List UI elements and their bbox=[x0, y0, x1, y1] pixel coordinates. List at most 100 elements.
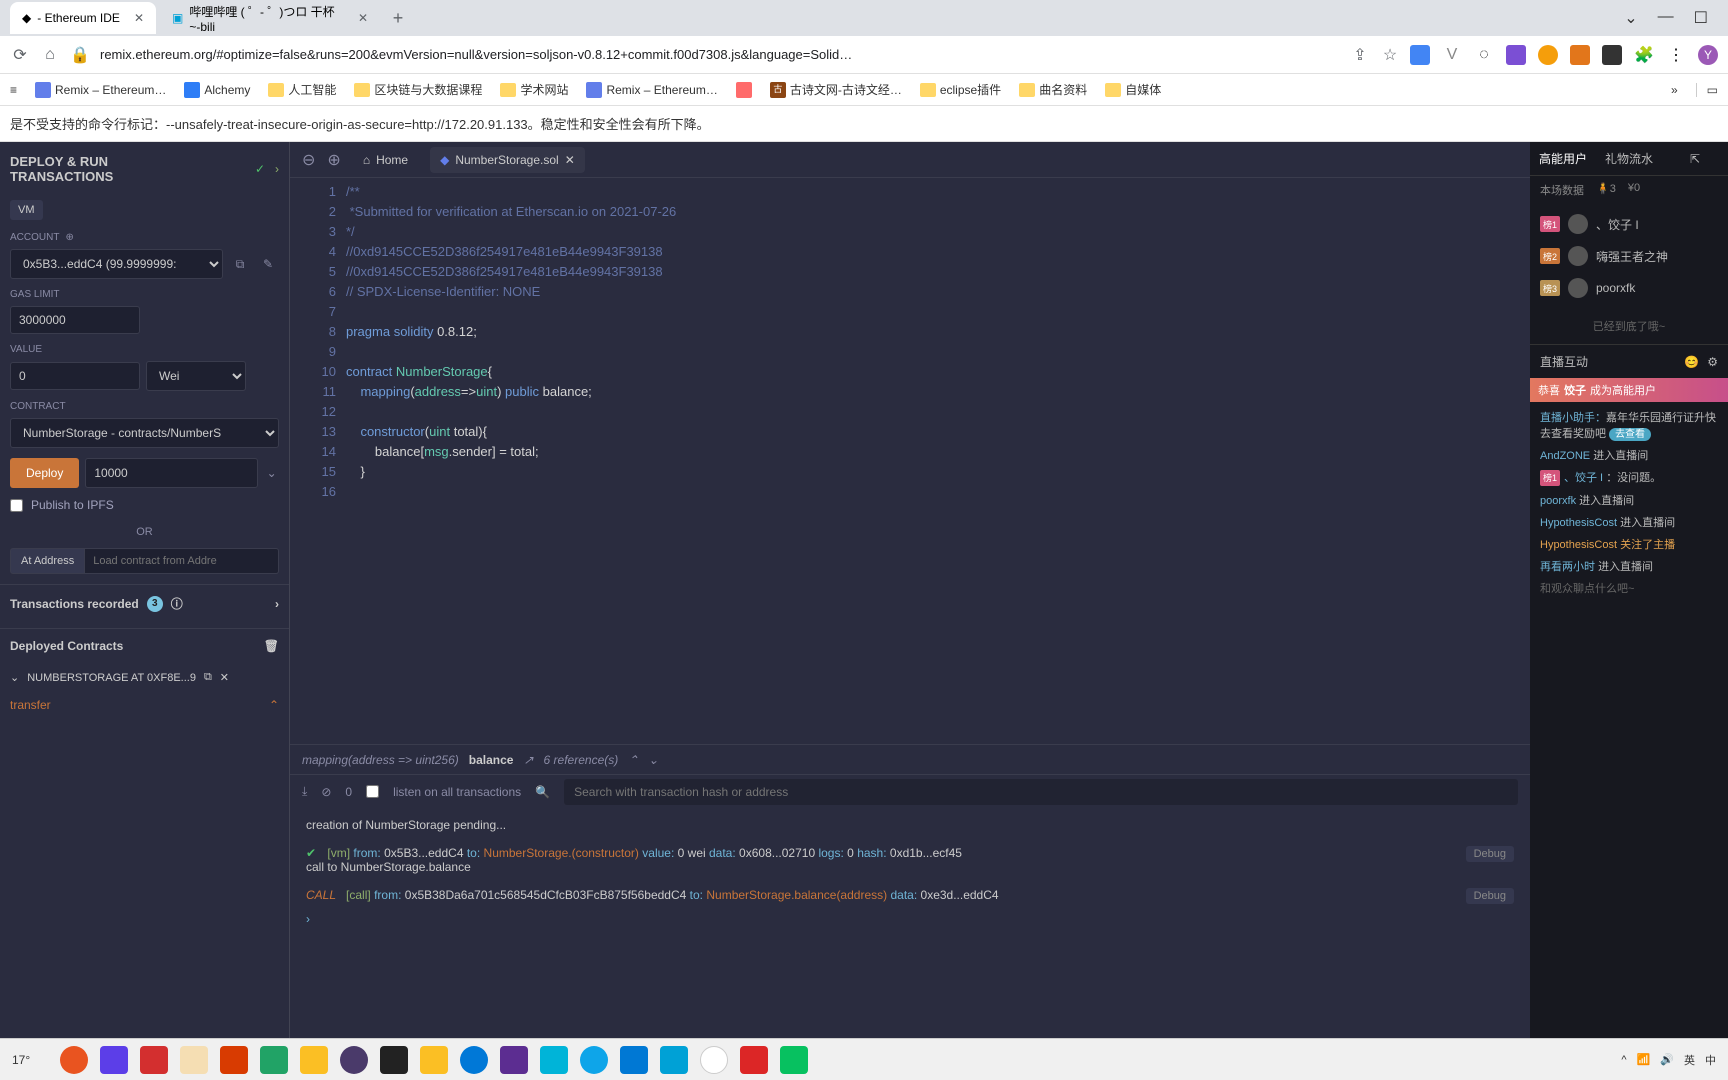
bookmark[interactable]: 学术网站 bbox=[500, 81, 568, 98]
tab-gifts[interactable]: 礼物流水 bbox=[1596, 150, 1662, 167]
app-icon[interactable] bbox=[60, 1046, 88, 1074]
bookmark[interactable]: 古古诗文网-古诗文经… bbox=[770, 81, 902, 98]
star-icon[interactable]: ☆ bbox=[1380, 45, 1400, 65]
debug-button[interactable]: Debug bbox=[1466, 846, 1514, 862]
value-input[interactable] bbox=[10, 362, 140, 390]
reading-list-icon[interactable]: ▭ bbox=[1696, 83, 1718, 97]
at-address-button[interactable]: At Address bbox=[10, 548, 85, 574]
app-icon[interactable] bbox=[780, 1046, 808, 1074]
bookmark[interactable]: eclipse插件 bbox=[920, 81, 1001, 98]
weather[interactable]: 17° bbox=[12, 1053, 30, 1067]
bookmark[interactable]: Remix – Ethereum… bbox=[35, 82, 166, 98]
chevron-down-icon[interactable]: ⌄ bbox=[648, 753, 658, 767]
popout-icon[interactable]: ⇱ bbox=[1662, 152, 1728, 166]
volume-icon[interactable]: 🔊 bbox=[1660, 1053, 1674, 1066]
unit-select[interactable]: Wei bbox=[146, 361, 246, 391]
app-icon[interactable] bbox=[700, 1046, 728, 1074]
chevron-right-icon[interactable]: › bbox=[275, 162, 279, 176]
code-editor[interactable]: 12345678910111213141516 /** *Submitted f… bbox=[290, 178, 1530, 744]
ipfs-checkbox[interactable] bbox=[10, 499, 23, 512]
browser-tab-1[interactable]: ◆ - Ethereum IDE ✕ bbox=[10, 2, 156, 34]
app-icon[interactable] bbox=[260, 1046, 288, 1074]
copy-icon[interactable]: ⧉ bbox=[229, 253, 251, 275]
ext-icon[interactable] bbox=[1410, 45, 1430, 65]
chevron-right-icon[interactable]: › bbox=[275, 597, 279, 611]
browser-tab-2[interactable]: ▣ 哔哩哔哩 ( ゜- ゜)つロ 干杯~-bili ✕ bbox=[160, 2, 380, 34]
bookmarks-menu-icon[interactable]: ≡ bbox=[10, 83, 17, 97]
emoji-icon[interactable]: 😊 bbox=[1684, 355, 1699, 369]
share-icon[interactable]: ⇪ bbox=[1350, 45, 1370, 65]
app-icon[interactable] bbox=[580, 1046, 608, 1074]
app-icon[interactable] bbox=[100, 1046, 128, 1074]
ext-icon[interactable]: V bbox=[1442, 45, 1462, 65]
chevron-down-icon[interactable]: ⌄ bbox=[10, 671, 19, 684]
ext-icon[interactable] bbox=[1538, 45, 1558, 65]
chevron-up-icon[interactable]: ⌃ bbox=[628, 753, 638, 767]
app-icon[interactable] bbox=[340, 1046, 368, 1074]
search-icon[interactable]: 🔍 bbox=[535, 785, 550, 799]
maximize-icon[interactable]: ☐ bbox=[1694, 8, 1708, 28]
app-icon[interactable] bbox=[460, 1046, 488, 1074]
ext-icon[interactable] bbox=[1506, 45, 1526, 65]
tx-search-input[interactable] bbox=[564, 779, 1518, 805]
gas-input[interactable] bbox=[10, 306, 140, 334]
bookmark[interactable]: Alchemy bbox=[184, 82, 250, 98]
zoom-in-icon[interactable]: ⊕ bbox=[327, 150, 340, 170]
app-icon[interactable] bbox=[380, 1046, 408, 1074]
collapse-icon[interactable]: ⤓ bbox=[302, 784, 307, 799]
minimize-icon[interactable]: — bbox=[1658, 8, 1674, 28]
metamask-icon[interactable] bbox=[1570, 45, 1590, 65]
deploy-button[interactable]: Deploy bbox=[10, 458, 79, 488]
terminal[interactable]: creation of NumberStorage pending... ✔ [… bbox=[290, 808, 1530, 1038]
app-icon[interactable] bbox=[660, 1046, 688, 1074]
plus-icon[interactable]: ⊕ bbox=[65, 232, 73, 243]
app-icon[interactable] bbox=[540, 1046, 568, 1074]
menu-icon[interactable]: ⋮ bbox=[1666, 45, 1686, 65]
deploy-arg-input[interactable] bbox=[85, 458, 258, 488]
bookmark[interactable]: 区块链与大数据课程 bbox=[354, 81, 482, 98]
app-icon[interactable] bbox=[300, 1046, 328, 1074]
wifi-icon[interactable]: 📶 bbox=[1637, 1053, 1651, 1066]
link-icon[interactable]: ↗ bbox=[523, 753, 533, 767]
ext-icon[interactable] bbox=[1602, 45, 1622, 65]
ime-en[interactable]: 英 bbox=[1684, 1052, 1695, 1068]
bookmark-overflow[interactable]: » bbox=[1671, 83, 1678, 97]
app-icon[interactable] bbox=[740, 1046, 768, 1074]
bookmark[interactable]: Remix – Ethereum… bbox=[586, 82, 717, 98]
edit-icon[interactable]: ✎ bbox=[257, 253, 279, 275]
clear-icon[interactable]: ⊘ bbox=[321, 785, 331, 799]
contract-select[interactable]: NumberStorage - contracts/NumberS bbox=[10, 418, 279, 448]
copy-icon[interactable]: ⧉ bbox=[204, 671, 212, 684]
app-icon[interactable] bbox=[500, 1046, 528, 1074]
app-icon[interactable] bbox=[420, 1046, 448, 1074]
close-icon[interactable]: ✕ bbox=[134, 11, 144, 25]
listen-checkbox[interactable] bbox=[366, 785, 379, 798]
check-icon[interactable]: ✓ bbox=[255, 162, 265, 176]
app-icon[interactable] bbox=[140, 1046, 168, 1074]
new-tab-button[interactable]: + bbox=[384, 8, 412, 29]
rank-user[interactable]: 榜3poorxfk bbox=[1530, 272, 1728, 304]
home-tab[interactable]: ⌂ Home bbox=[353, 147, 418, 173]
tray-expand-icon[interactable]: ^ bbox=[1621, 1054, 1626, 1066]
reload-icon[interactable]: ⟳ bbox=[10, 45, 30, 65]
file-tab[interactable]: ◆ NumberStorage.sol ✕ bbox=[430, 147, 585, 173]
ime-cn[interactable]: 中 bbox=[1705, 1052, 1716, 1068]
view-button[interactable]: 去查看 bbox=[1609, 428, 1651, 441]
tab-users[interactable]: 高能用户 bbox=[1530, 150, 1596, 167]
rank-user[interactable]: 榜1、饺子 I bbox=[1530, 208, 1728, 240]
gear-icon[interactable]: ⚙ bbox=[1707, 355, 1718, 369]
close-icon[interactable]: ✕ bbox=[358, 11, 368, 25]
terminal-prompt[interactable]: › bbox=[306, 912, 1514, 926]
app-icon[interactable] bbox=[620, 1046, 648, 1074]
chevron-down-icon[interactable]: ⌄ bbox=[264, 462, 279, 484]
extensions-icon[interactable]: 🧩 bbox=[1634, 45, 1654, 65]
zoom-out-icon[interactable]: ⊖ bbox=[302, 150, 315, 170]
app-icon[interactable] bbox=[220, 1046, 248, 1074]
home-icon[interactable]: ⌂ bbox=[40, 46, 60, 64]
bookmark[interactable]: 自媒体 bbox=[1105, 81, 1161, 98]
lock-icon[interactable]: 🔒 bbox=[70, 45, 90, 65]
at-address-input[interactable] bbox=[85, 548, 279, 574]
bookmark[interactable]: 人工智能 bbox=[268, 81, 336, 98]
close-icon[interactable]: ✕ bbox=[565, 153, 575, 167]
transfer-function[interactable]: transfer ⌃ bbox=[0, 692, 289, 718]
